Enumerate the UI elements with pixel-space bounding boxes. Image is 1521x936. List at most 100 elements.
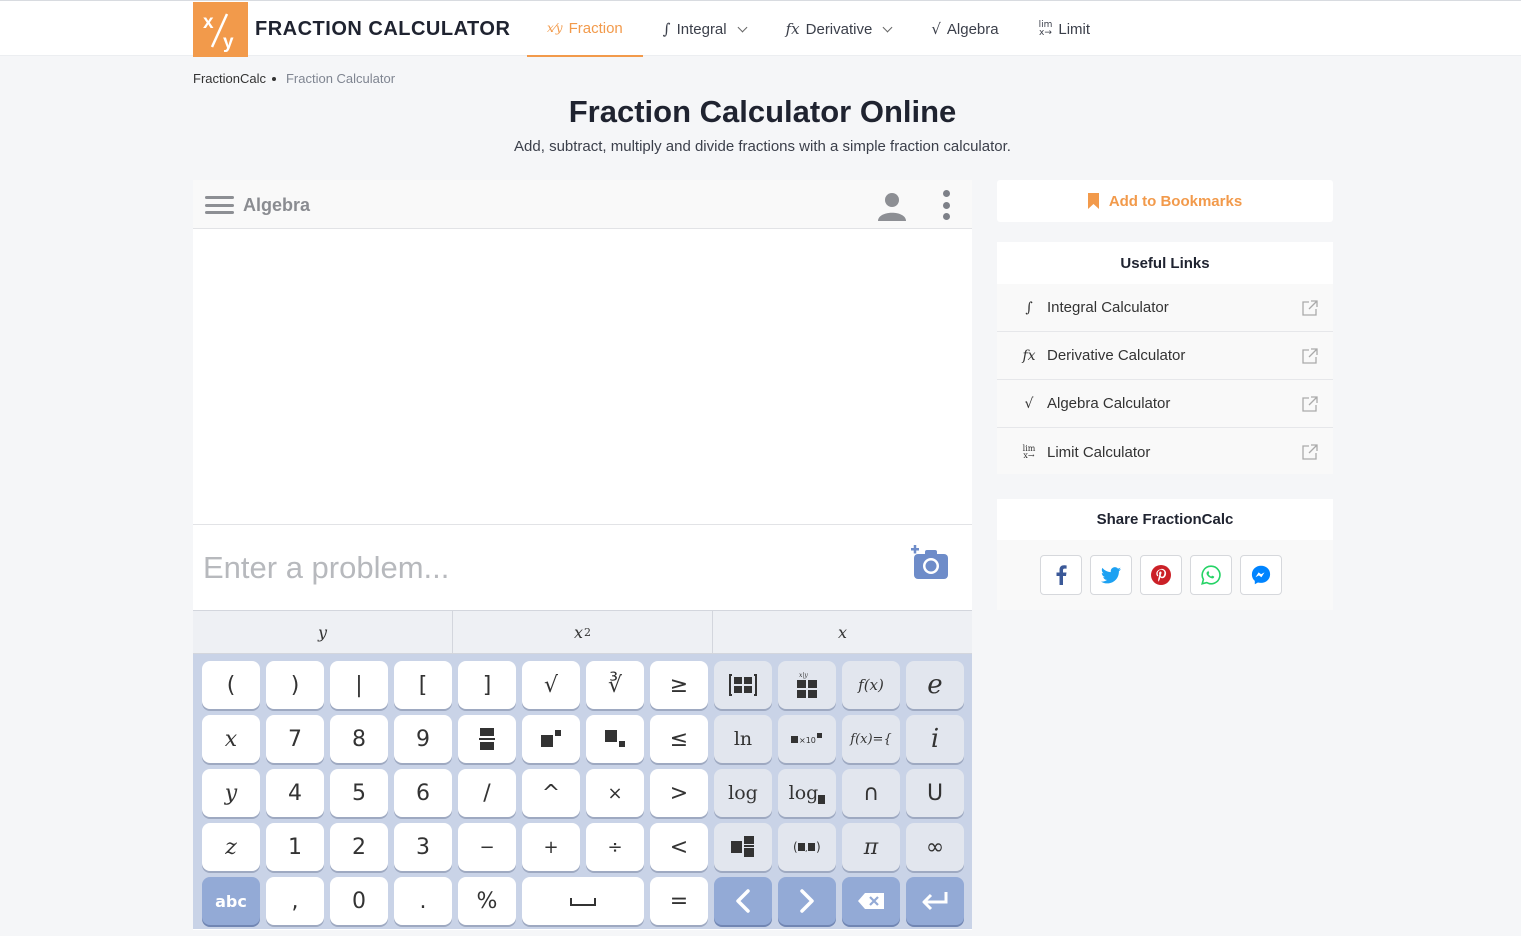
- link-limit-calculator[interactable]: lim x→ Limit Calculator: [997, 428, 1333, 476]
- logo-icon[interactable]: x y: [193, 2, 248, 57]
- key-caret[interactable]: ^: [522, 769, 580, 817]
- link-algebra-calculator[interactable]: √ Algebra Calculator: [997, 380, 1333, 428]
- main-nav: x⁄y Fraction ∫ Integral fx Derivative √ …: [527, 1, 1110, 57]
- key-log-base[interactable]: log: [778, 769, 836, 817]
- key-piecewise[interactable]: f(x)={: [842, 715, 900, 763]
- key-comma[interactable]: ,: [266, 877, 324, 925]
- space-icon: [570, 898, 596, 906]
- top-navigation-bar: x y FRACTION CALCULATOR x⁄y Fraction ∫ I…: [0, 0, 1521, 57]
- nav-derivative[interactable]: fx Derivative: [766, 1, 912, 57]
- fraction-icon: x⁄y: [547, 21, 563, 35]
- share-panel: Share FractionCalc: [997, 499, 1333, 610]
- key-log[interactable]: log: [714, 769, 772, 817]
- key-slash[interactable]: /: [458, 769, 516, 817]
- link-integral-calculator[interactable]: ∫ Integral Calculator: [997, 284, 1333, 332]
- key-system[interactable]: x|y: [778, 661, 836, 709]
- key-3[interactable]: 3: [394, 823, 452, 871]
- key-geq[interactable]: ≥: [650, 661, 708, 709]
- key-point[interactable]: (,): [778, 823, 836, 871]
- nav-limit[interactable]: lim x→ Limit: [1019, 1, 1110, 57]
- key-1[interactable]: 1: [266, 823, 324, 871]
- key-2[interactable]: 2: [330, 823, 388, 871]
- result-display: [193, 229, 972, 525]
- key-cbrt[interactable]: ∛: [586, 661, 644, 709]
- chevron-right-icon: [800, 889, 814, 913]
- key-i[interactable]: i: [906, 715, 964, 763]
- key-open-paren[interactable]: (: [202, 661, 260, 709]
- share-whatsapp-button[interactable]: [1190, 555, 1232, 595]
- key-multiply[interactable]: ×: [586, 769, 644, 817]
- breadcrumb-home[interactable]: FractionCalc: [193, 71, 266, 86]
- key-e[interactable]: e: [906, 661, 964, 709]
- key-7[interactable]: 7: [266, 715, 324, 763]
- key-mixed-fraction[interactable]: [714, 823, 772, 871]
- share-messenger-button[interactable]: [1240, 555, 1282, 595]
- link-derivative-calculator[interactable]: fx Derivative Calculator: [997, 332, 1333, 380]
- key-enter[interactable]: [906, 877, 964, 925]
- share-facebook-button[interactable]: [1040, 555, 1082, 595]
- key-6[interactable]: 6: [394, 769, 452, 817]
- key-intersection[interactable]: ∩: [842, 769, 900, 817]
- problem-input[interactable]: [193, 525, 893, 610]
- key-y[interactable]: y: [202, 769, 260, 817]
- key-pi[interactable]: π: [842, 823, 900, 871]
- key-space[interactable]: [522, 877, 644, 925]
- user-icon[interactable]: [876, 190, 908, 227]
- key-subscript[interactable]: [586, 715, 644, 763]
- share-buttons: [1040, 555, 1282, 595]
- key-8[interactable]: 8: [330, 715, 388, 763]
- link-label: Limit Calculator: [1047, 443, 1151, 461]
- key-function[interactable]: f(x): [842, 661, 900, 709]
- key-abc[interactable]: abc: [202, 877, 260, 925]
- key-5[interactable]: 5: [330, 769, 388, 817]
- key-backspace[interactable]: [842, 877, 900, 925]
- key-matrix[interactable]: [714, 661, 772, 709]
- key-fraction[interactable]: [458, 715, 516, 763]
- key-close-paren[interactable]: ): [266, 661, 324, 709]
- add-to-bookmarks-button[interactable]: Add to Bookmarks: [997, 180, 1333, 222]
- add-to-bookmarks-label: Add to Bookmarks: [1108, 192, 1243, 210]
- key-4[interactable]: 4: [266, 769, 324, 817]
- key-close-bracket[interactable]: ]: [458, 661, 516, 709]
- nav-fraction-label: Fraction: [568, 19, 623, 37]
- logo-text[interactable]: FRACTION CALCULATOR: [255, 18, 510, 41]
- calculator-header: Algebra: [193, 180, 972, 229]
- key-percent[interactable]: %: [458, 877, 516, 925]
- menu-icon[interactable]: [205, 196, 234, 214]
- key-equals[interactable]: =: [650, 877, 708, 925]
- nav-fraction[interactable]: x⁄y Fraction: [527, 1, 643, 57]
- key-0[interactable]: 0: [330, 877, 388, 925]
- key-open-bracket[interactable]: [: [394, 661, 452, 709]
- key-union[interactable]: U: [906, 769, 964, 817]
- link-label: Derivative Calculator: [1047, 347, 1186, 364]
- share-twitter-button[interactable]: [1090, 555, 1132, 595]
- key-dot[interactable]: .: [394, 877, 452, 925]
- share-pinterest-button[interactable]: [1140, 555, 1182, 595]
- key-ln[interactable]: ln: [714, 715, 772, 763]
- tab-y[interactable]: y: [193, 611, 453, 653]
- camera-icon[interactable]: [910, 545, 950, 586]
- key-x[interactable]: x: [202, 715, 260, 763]
- key-left-arrow[interactable]: [714, 877, 772, 925]
- nav-algebra[interactable]: √ Algebra: [911, 1, 1018, 57]
- key-superscript[interactable]: [522, 715, 580, 763]
- tab-x-squared[interactable]: x2: [453, 611, 713, 653]
- key-plus[interactable]: +: [522, 823, 580, 871]
- more-options-icon[interactable]: [942, 190, 950, 220]
- key-lt[interactable]: <: [650, 823, 708, 871]
- key-right-arrow[interactable]: [778, 877, 836, 925]
- tab-x[interactable]: x: [713, 611, 972, 653]
- key-minus[interactable]: −: [458, 823, 516, 871]
- limit-icon: lim x→: [1022, 444, 1036, 460]
- key-infinity[interactable]: ∞: [906, 823, 964, 871]
- key-gt[interactable]: >: [650, 769, 708, 817]
- key-pipe[interactable]: |: [330, 661, 388, 709]
- key-leq[interactable]: ≤: [650, 715, 708, 763]
- nav-integral[interactable]: ∫ Integral: [643, 1, 766, 57]
- key-divide[interactable]: ÷: [586, 823, 644, 871]
- key-9[interactable]: 9: [394, 715, 452, 763]
- key-sqrt[interactable]: √: [522, 661, 580, 709]
- page-subtitle: Add, subtract, multiply and divide fract…: [514, 138, 1011, 155]
- key-scientific[interactable]: ×10: [778, 715, 836, 763]
- key-z[interactable]: z: [202, 823, 260, 871]
